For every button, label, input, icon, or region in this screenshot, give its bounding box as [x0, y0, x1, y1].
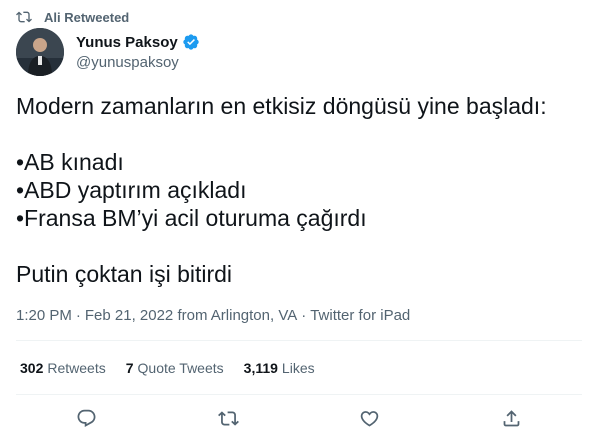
divider — [16, 394, 582, 395]
tweet-line-break — [16, 120, 576, 148]
quote-tweets-stat[interactable]: 7 Quote Tweets — [126, 360, 224, 376]
tweet-line: •Fransa BM’yi acil oturuma çağırdı — [16, 205, 367, 231]
author-block[interactable]: Yunus Paksoy @yunuspaksoy — [76, 32, 200, 73]
share-icon — [501, 408, 522, 429]
retweets-stat[interactable]: 302 Retweets — [20, 360, 106, 376]
tweet-line: Modern zamanların en etkisiz döngüsü yin… — [16, 93, 547, 119]
avatar[interactable] — [16, 28, 64, 76]
divider — [16, 340, 582, 341]
tweet-date-location[interactable]: Feb 21, 2022 from Arlington, VA — [85, 307, 297, 324]
tweet-meta: 1:20 PM · Feb 21, 2022 from Arlington, V… — [16, 305, 410, 325]
retweet-icon — [217, 408, 239, 429]
tweet-line: •ABD yaptırım açıkladı — [16, 177, 247, 203]
tweet-line: •AB kınadı — [16, 149, 124, 175]
author-handle[interactable]: @yunuspaksoy — [76, 53, 200, 73]
tweet-actions — [16, 404, 582, 432]
retweets-label: Retweets — [47, 360, 106, 376]
retweet-context[interactable]: Ali Retweeted — [16, 8, 129, 26]
tweet-line: Putin çoktan işi bitirdi — [16, 261, 233, 287]
like-icon — [359, 408, 380, 429]
like-button[interactable] — [353, 404, 387, 432]
retweets-count: 302 — [20, 360, 44, 376]
likes-stat[interactable]: 3,119 Likes — [244, 360, 315, 376]
meta-separator: · — [75, 306, 81, 324]
retweet-context-label: Ali Retweeted — [44, 9, 130, 25]
likes-count: 3,119 — [243, 360, 278, 376]
tweet-line-break — [16, 232, 576, 260]
retweet-button[interactable] — [211, 404, 245, 432]
reply-button[interactable] — [70, 404, 104, 432]
share-button[interactable] — [494, 404, 528, 432]
retweet-icon — [16, 9, 32, 25]
tweet-stats: 302 Retweets 7 Quote Tweets 3,119 Likes — [20, 358, 315, 378]
meta-separator: · — [301, 306, 307, 324]
tweet-text: Modern zamanların en etkisiz döngüsü yin… — [16, 92, 576, 288]
reply-icon — [76, 408, 97, 429]
quote-tweets-count: 7 — [125, 360, 134, 376]
author-name[interactable]: Yunus Paksoy — [76, 34, 178, 51]
tweet-time[interactable]: 1:20 PM — [16, 307, 72, 324]
tweet-source[interactable]: Twitter for iPad — [310, 307, 410, 324]
verified-badge-icon — [182, 33, 200, 51]
likes-label: Likes — [281, 360, 315, 376]
quote-tweets-label: Quote Tweets — [137, 360, 224, 376]
